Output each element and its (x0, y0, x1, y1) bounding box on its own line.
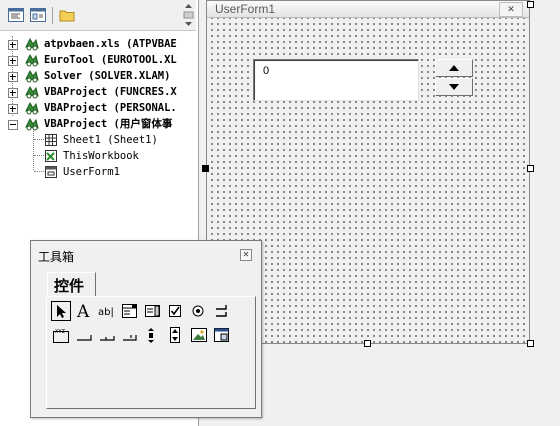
tree-item-label: VBAProject (FUNCRES.X (44, 86, 177, 98)
refedit-icon (214, 328, 229, 342)
frame-icon: XYZ (53, 329, 69, 343)
scrollbar-tool[interactable] (143, 325, 163, 345)
expand-plus-icon[interactable] (8, 72, 18, 82)
command-button-icon (77, 335, 92, 341)
scrollbar-icon (148, 328, 154, 343)
label-a-icon: A (76, 302, 90, 321)
commandbutton-tool[interactable] (74, 325, 94, 345)
image-icon (191, 328, 207, 342)
close-icon[interactable]: ✕ (499, 2, 523, 17)
worksheet-icon (44, 133, 60, 147)
textbox-tool[interactable]: ab| (97, 301, 117, 321)
tab-controls[interactable]: 控件 (47, 272, 96, 297)
togglebutton-tool[interactable] (212, 301, 232, 321)
close-icon[interactable]: ✕ (240, 249, 252, 261)
svg-text:ab|: ab| (98, 307, 114, 318)
toggle-folders-icon[interactable] (59, 8, 76, 23)
explorer-scroll-arrows-icon[interactable] (183, 2, 194, 28)
combobox-tool[interactable] (120, 301, 140, 321)
select-objects-tool[interactable] (51, 301, 71, 321)
tree-item-label: ThisWorkbook (63, 150, 139, 162)
expand-plus-icon[interactable] (8, 104, 18, 114)
toolbox-window[interactable]: 工具箱 ✕ 控件 A ab| XYZ (30, 240, 262, 418)
listbox-tool[interactable] (143, 301, 163, 321)
tree-connector (33, 126, 34, 170)
checkbox-tool[interactable] (166, 301, 186, 321)
toggle-button-icon (216, 305, 227, 317)
vba-project-icon (24, 117, 40, 131)
tree-connector (34, 139, 44, 140)
tree-connector (34, 155, 44, 156)
spinbutton-tool[interactable] (166, 325, 186, 345)
optionbutton-tool[interactable] (189, 301, 209, 321)
resize-handle-bottom[interactable] (364, 340, 371, 347)
toolbox-page: A ab| XYZ (46, 296, 256, 409)
refedit-tool[interactable] (212, 325, 232, 345)
vba-project-icon (24, 101, 40, 115)
resize-handle-left[interactable] (202, 165, 209, 172)
explorer-toolbar (0, 0, 196, 31)
tabstrip-icon (100, 336, 115, 341)
tab-label: 控件 (54, 278, 85, 295)
vba-project-icon (24, 85, 40, 99)
label-tool[interactable]: A (74, 301, 94, 321)
textbox-control[interactable]: 0 (253, 59, 419, 101)
expand-plus-icon[interactable] (8, 40, 18, 50)
userform-title: UserForm1 (215, 2, 276, 16)
vba-project-icon (24, 53, 40, 67)
view-code-icon[interactable] (8, 8, 25, 23)
resize-handle-bottom-right[interactable] (527, 340, 534, 347)
tree-item-label: VBAProject (用户窗体事 (44, 118, 173, 130)
expand-plus-icon[interactable] (8, 88, 18, 98)
multipage-tool[interactable] (120, 325, 140, 345)
tree-item-label: Sheet1 (Sheet1) (63, 134, 158, 146)
vba-project-icon (24, 37, 40, 51)
tree-item-label: Solver (SOLVER.XLAM) (44, 70, 171, 82)
tree-item-label: EuroTool (EUROTOOL.XL (44, 54, 177, 66)
spinbutton-control[interactable] (435, 59, 473, 97)
arrow-pointer-icon (57, 305, 66, 318)
listbox-icon (145, 305, 160, 317)
collapse-minus-icon[interactable] (8, 120, 18, 130)
tree-connector (34, 171, 44, 172)
option-button-icon (192, 305, 204, 317)
resize-handle-right[interactable] (527, 165, 534, 172)
combobox-icon (122, 304, 137, 318)
tree-item-label: UserForm1 (63, 166, 120, 178)
toolbar-separator (52, 7, 53, 24)
frame-tool[interactable]: XYZ (51, 325, 71, 345)
spin-up-button[interactable] (435, 59, 473, 77)
multipage-icon (123, 335, 137, 341)
expand-plus-icon[interactable] (8, 56, 18, 66)
spin-down-button[interactable] (435, 78, 473, 96)
workbook-icon (44, 149, 60, 163)
textbox-abl-icon: ab| (98, 307, 114, 318)
tree-item-label: atpvbaen.xls (ATPVBAE (44, 38, 177, 50)
view-object-icon[interactable] (30, 8, 47, 23)
userform-titlebar[interactable]: UserForm1 ✕ (207, 1, 529, 18)
svg-text:A: A (76, 302, 90, 321)
userform-icon (44, 165, 60, 179)
resize-handle-top-right[interactable] (527, 1, 534, 8)
svg-text:XYZ: XYZ (55, 329, 65, 335)
triangle-up-icon (449, 65, 459, 71)
tree-item-label: VBAProject (PERSONAL. (44, 102, 177, 114)
textbox-value: 0 (263, 65, 270, 77)
vba-project-icon (24, 69, 40, 83)
checkbox-icon (169, 305, 181, 317)
triangle-down-icon (449, 84, 459, 90)
spin-button-icon (170, 327, 180, 343)
toolbox-title: 工具箱 (38, 250, 75, 264)
tabstrip-tool[interactable] (97, 325, 117, 345)
image-tool[interactable] (189, 325, 209, 345)
